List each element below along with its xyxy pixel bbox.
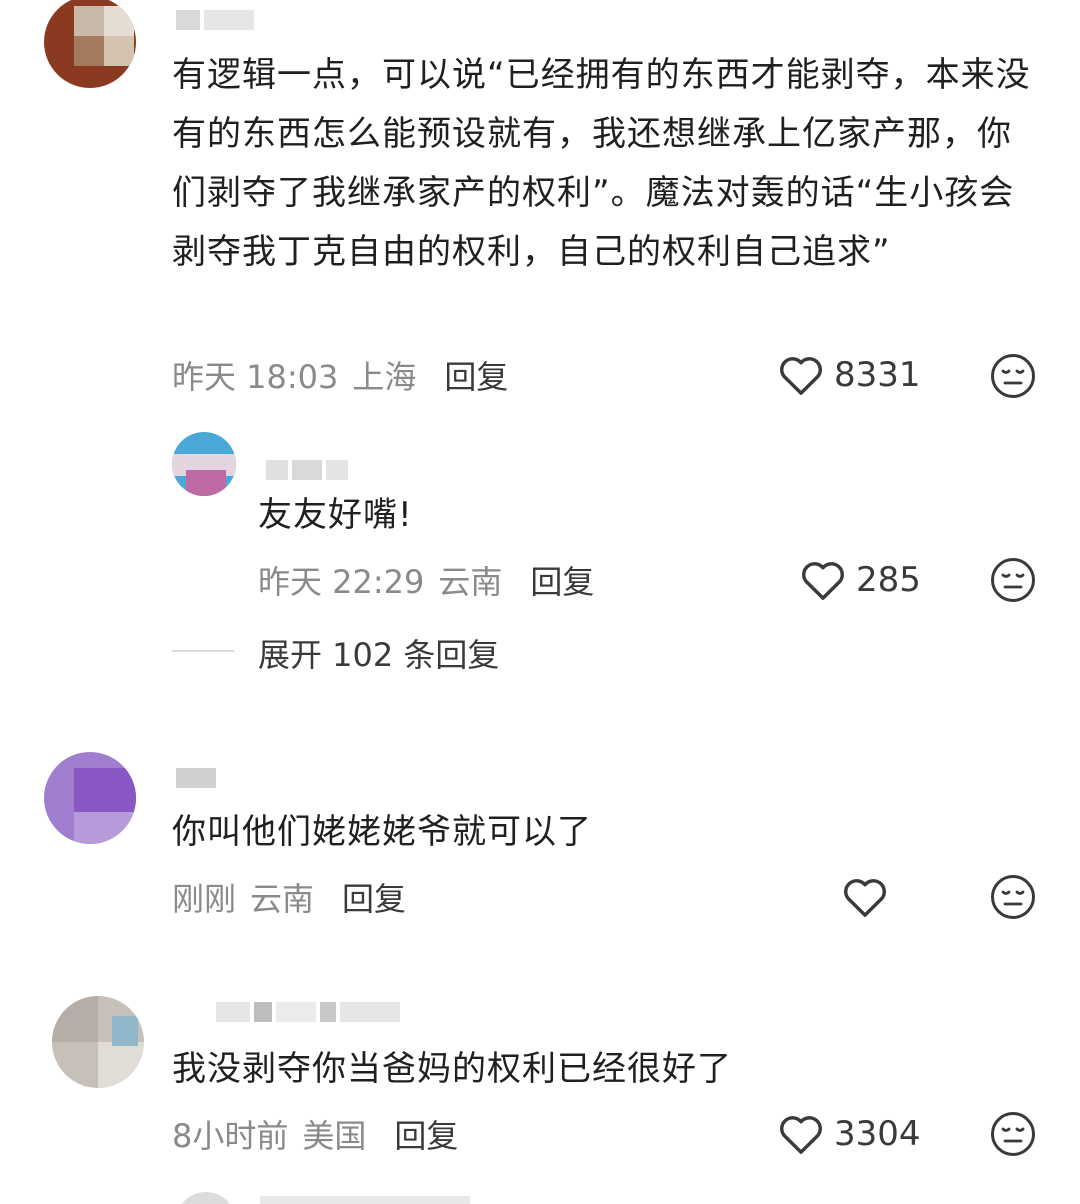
location: 云南 <box>250 880 315 918</box>
username-blurred[interactable] <box>266 456 348 484</box>
avatar[interactable] <box>44 752 136 844</box>
avatar[interactable] <box>44 0 136 88</box>
avatar[interactable] <box>52 996 144 1088</box>
username-blurred[interactable] <box>176 6 254 34</box>
timestamp: 昨天 22:29 <box>258 563 425 601</box>
meh-face-icon[interactable] <box>990 557 1036 603</box>
location: 云南 <box>438 563 503 601</box>
like-button[interactable]: 285 <box>800 559 921 601</box>
meh-face-icon[interactable] <box>990 1111 1036 1157</box>
reply-button[interactable]: 回复 <box>342 874 406 920</box>
avatar[interactable] <box>172 432 236 496</box>
comment-meta: 刚刚 云南 回复 <box>172 874 406 920</box>
next-comment-peek <box>176 1192 476 1204</box>
heart-outline-icon <box>780 1116 822 1154</box>
username-blurred[interactable] <box>216 998 400 1026</box>
meh-face-icon[interactable] <box>990 353 1036 399</box>
comment-meta: 8小时前 美国 回复 <box>172 1111 458 1157</box>
like-button[interactable]: 8331 <box>778 354 921 396</box>
expand-divider <box>172 650 234 652</box>
comment-meta: 昨天 18:03 上海 回复 <box>172 352 508 398</box>
avatar <box>176 1192 236 1204</box>
meh-face-icon[interactable] <box>990 874 1036 920</box>
like-button[interactable]: 3304 <box>778 1113 921 1155</box>
username-blurred <box>260 1196 470 1204</box>
timestamp: 刚刚 <box>172 880 237 918</box>
comment-text: 你叫他们姥姥姥爷就可以了 <box>172 812 592 852</box>
comment-text: 我没剥夺你当爸妈的权利已经很好了 <box>172 1049 732 1089</box>
like-count: 8331 <box>834 355 921 395</box>
heart-outline-icon <box>780 357 822 395</box>
like-button[interactable] <box>842 876 898 918</box>
like-count: 3304 <box>834 1114 921 1154</box>
like-count: 285 <box>856 560 921 600</box>
reply-button[interactable]: 回复 <box>530 557 594 603</box>
reply-button[interactable]: 回复 <box>444 352 508 398</box>
comment-text: 有逻辑一点，可以说“已经拥有的东西才能剥夺，本来没有的东西怎么能预设就有，我还想… <box>172 55 1031 272</box>
comment-text: 友友好嘴! <box>258 495 413 535</box>
heart-outline-icon <box>802 562 844 600</box>
location: 上海 <box>352 358 417 396</box>
heart-outline-icon <box>844 879 886 917</box>
comment-meta: 昨天 22:29 云南 回复 <box>258 557 594 603</box>
username-blurred[interactable] <box>176 764 216 792</box>
timestamp: 昨天 18:03 <box>172 358 339 396</box>
expand-replies-button[interactable]: 展开 102 条回复 <box>258 630 499 676</box>
reply-button[interactable]: 回复 <box>394 1111 458 1157</box>
location: 美国 <box>302 1117 367 1155</box>
timestamp: 8小时前 <box>172 1117 289 1155</box>
